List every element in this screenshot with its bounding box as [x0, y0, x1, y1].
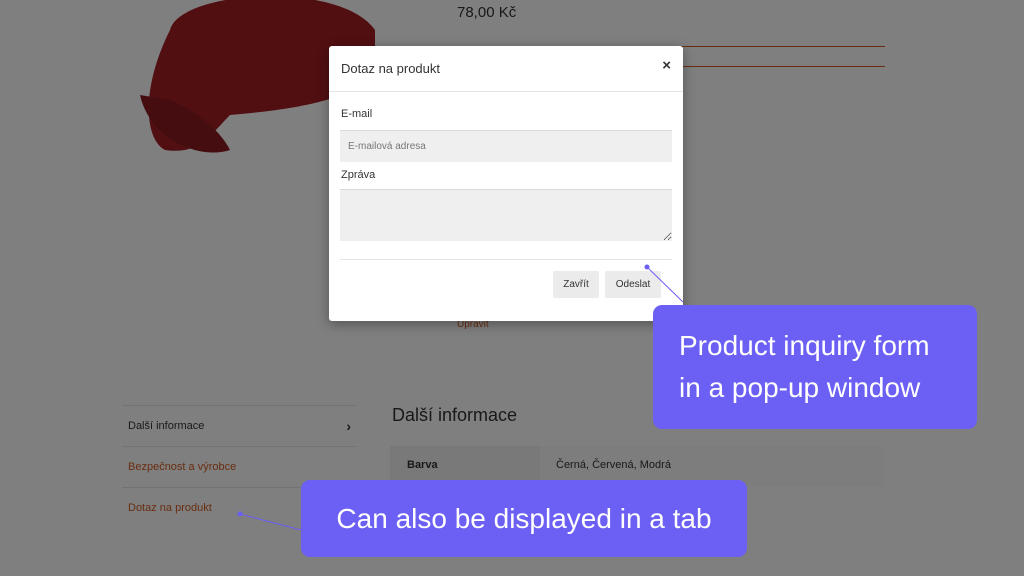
message-label: Zpráva: [341, 169, 376, 181]
modal-header: Dotaz na produkt ×: [329, 46, 683, 92]
divider: [340, 259, 672, 260]
callout-text: Product inquiry form: [679, 330, 930, 361]
message-field[interactable]: [340, 189, 672, 241]
callout-text: in a pop-up window: [679, 372, 921, 403]
close-button[interactable]: Zavřít: [553, 271, 599, 298]
modal-title: Dotaz na produkt: [341, 61, 441, 76]
inquiry-modal: Dotaz na produkt × E-mail Zpráva Zavřít …: [329, 46, 683, 321]
close-icon[interactable]: ×: [662, 58, 671, 73]
email-field[interactable]: [340, 130, 672, 162]
callout-text: Can also be displayed in a tab: [336, 502, 712, 534]
tab-callout: Can also be displayed in a tab: [301, 480, 747, 557]
popup-callout: Product inquiry form in a pop-up window: [653, 305, 977, 429]
email-label: E-mail: [341, 108, 373, 120]
send-button[interactable]: Odeslat: [605, 271, 661, 298]
